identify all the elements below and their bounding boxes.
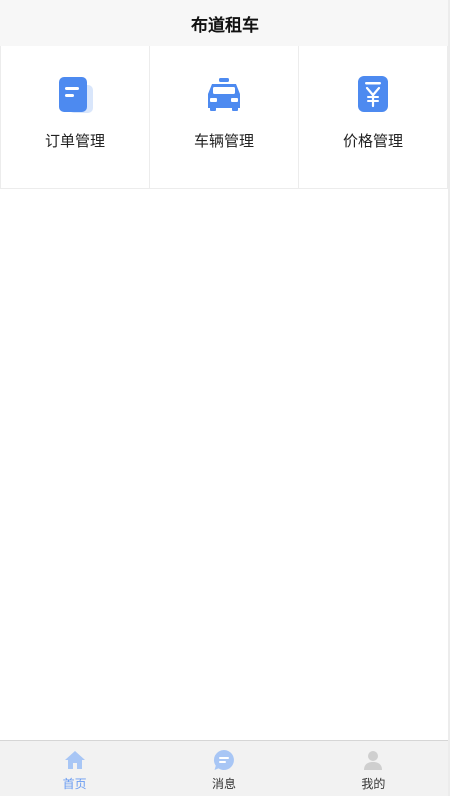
page-title: 布道租车 [191,15,259,36]
tab-label: 消息 [211,777,236,791]
app-screen: 布道租车 订单管理 车辆管理 价格管理 首页 消息 我的 [0,0,450,800]
menu-item-label: 订单管理 [44,132,105,150]
home-icon [64,749,86,771]
tab-home[interactable]: 首页 [0,741,149,796]
menu-item-label: 价格管理 [342,132,403,150]
order-document-icon [55,74,95,114]
price-yen-icon [353,74,393,114]
menu-item-vehicles[interactable]: 车辆管理 [150,46,299,188]
menu-grid: 订单管理 车辆管理 价格管理 [0,46,448,189]
message-icon [213,749,235,771]
bottom-strip [0,796,450,800]
user-icon [362,749,384,771]
tab-profile[interactable]: 我的 [299,741,448,796]
menu-item-prices[interactable]: 价格管理 [299,46,448,188]
bottom-tab-bar: 首页 消息 我的 [0,740,448,796]
menu-item-label: 车辆管理 [193,132,254,150]
tab-label: 首页 [62,777,87,791]
app-header: 布道租车 [0,0,450,46]
tab-label: 我的 [361,777,386,791]
tab-messages[interactable]: 消息 [149,741,298,796]
menu-item-orders[interactable]: 订单管理 [1,46,150,188]
car-icon [204,74,244,114]
